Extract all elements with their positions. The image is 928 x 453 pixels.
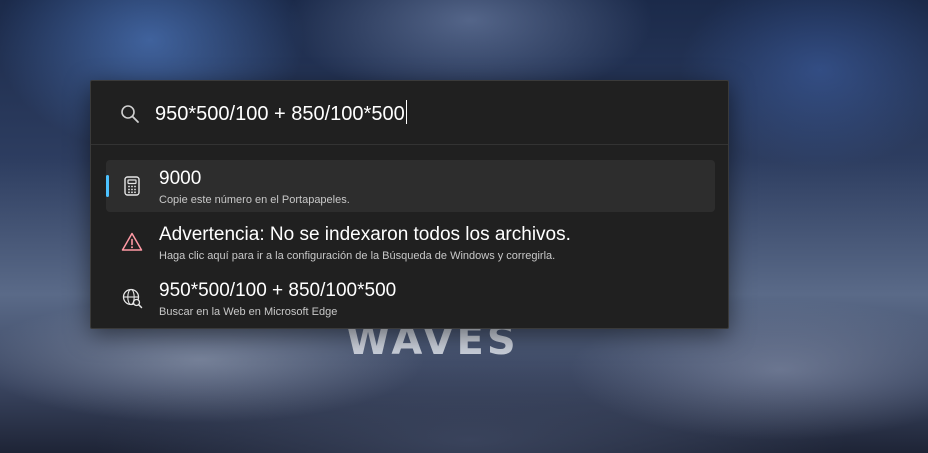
search-query-text: 950*500/100 + 850/100*500 <box>155 103 405 125</box>
web-search-icon <box>121 287 143 309</box>
result-title: 950*500/100 + 850/100*500 <box>159 280 397 301</box>
warning-icon <box>121 231 143 253</box>
result-subtitle: Copie este número en el Portapapeles. <box>159 194 350 206</box>
result-title: 9000 <box>159 168 202 189</box>
result-title: Advertencia: No se indexaron todos los a… <box>159 224 571 245</box>
search-input[interactable]: 950*500/100 + 850/100*500 <box>155 99 695 129</box>
search-icon <box>119 103 141 125</box>
result-subtitle: Buscar en la Web en Microsoft Edge <box>159 306 338 318</box>
run-search-panel: 950*500/100 + 850/100*500 9000 Copie est… <box>90 80 729 329</box>
search-bar: 950*500/100 + 850/100*500 <box>91 81 728 145</box>
text-caret <box>405 100 407 124</box>
selection-indicator <box>106 175 109 197</box>
result-subtitle: Haga clic aquí para ir a la configuració… <box>159 250 556 262</box>
result-item-warning[interactable]: Advertencia: No se indexaron todos los a… <box>106 216 715 268</box>
results-list: 9000 Copie este número en el Portapapele… <box>106 160 715 328</box>
calculator-icon <box>121 175 143 197</box>
result-item-calculator[interactable]: 9000 Copie este número en el Portapapele… <box>106 160 715 212</box>
result-item-web-search[interactable]: 950*500/100 + 850/100*500 Buscar en la W… <box>106 272 715 324</box>
